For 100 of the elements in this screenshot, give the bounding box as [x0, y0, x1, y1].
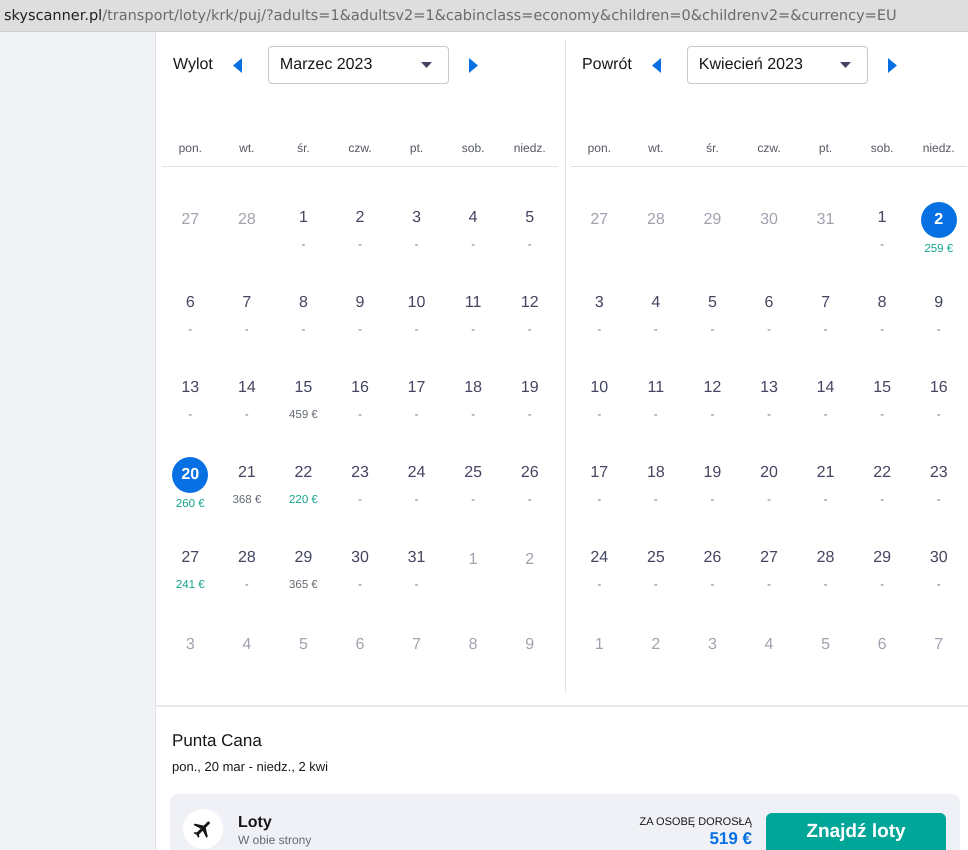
calendar-day[interactable]: 19 — [704, 464, 722, 482]
calendar-day[interactable]: 6 — [186, 294, 195, 312]
calendar-day[interactable]: 18 — [464, 379, 482, 397]
calendar-day[interactable]: 5 — [525, 209, 534, 227]
calendar-day[interactable]: 14 — [238, 379, 256, 397]
weekday-label: pon. — [588, 141, 611, 155]
calendar-day: 7 — [412, 636, 422, 654]
calendar-day[interactable]: 25 — [646, 549, 665, 567]
weekday-label: sob. — [462, 141, 484, 155]
calendar-day[interactable]: 10 — [590, 379, 608, 397]
calendar-day[interactable]: 7 — [242, 294, 252, 312]
day-price: - — [880, 578, 884, 592]
day-price: - — [824, 493, 828, 507]
calendar-day[interactable]: 13 — [760, 379, 778, 397]
weekday-label: pt. — [410, 141, 424, 155]
day-price: - — [302, 323, 306, 337]
day-price: - — [358, 493, 362, 507]
calendar-day[interactable]: 29 — [873, 549, 892, 567]
calendar-day[interactable]: 5 — [708, 294, 717, 312]
day-price: 368 € — [232, 493, 262, 507]
calendar-day[interactable]: 3 — [412, 209, 422, 227]
calendar-day[interactable]: 1 — [298, 209, 308, 227]
calendar-day[interactable]: 2 — [356, 209, 364, 227]
calendar-day[interactable]: 25 — [464, 464, 482, 482]
month-dropdown[interactable]: Kwiecień 2023 — [686, 46, 868, 84]
calendar-day[interactable]: 16 — [351, 379, 369, 397]
calendar-day[interactable]: 9 — [934, 294, 944, 312]
calendar-day[interactable]: 9 — [356, 294, 364, 312]
calendar-day[interactable]: 4 — [468, 209, 478, 227]
calendar-day[interactable]: 4 — [651, 294, 660, 312]
calendar-day[interactable]: 15 — [873, 379, 892, 397]
calendar-day[interactable]: 22 — [873, 464, 892, 482]
calendar-day: 31 — [816, 211, 834, 229]
calendar-day[interactable]: 23 — [351, 464, 369, 482]
calendar-day[interactable]: 6 — [764, 294, 774, 312]
day-price: - — [358, 578, 362, 592]
day-price: - — [936, 493, 941, 507]
calendar-day[interactable]: 30 — [351, 549, 369, 567]
calendar-day: 1 — [594, 636, 604, 654]
calendar-label: Wylot — [173, 56, 213, 74]
calendar-day[interactable]: 10 — [408, 294, 426, 312]
calendar-day: 5 — [298, 636, 308, 654]
day-price: - — [824, 578, 828, 592]
calendar-day[interactable]: 24 — [408, 464, 426, 482]
calendar-day[interactable]: 27 — [760, 549, 778, 567]
calendar-day: 2 — [525, 551, 534, 569]
calendar-day: 27 — [590, 211, 608, 229]
calendar-day[interactable]: 26 — [704, 549, 722, 567]
day-price: - — [244, 323, 249, 337]
calendar-day[interactable]: 1 — [878, 209, 887, 227]
calendar-day[interactable]: 30 — [930, 549, 948, 567]
calendar-day[interactable]: 15 — [294, 379, 312, 397]
calendar-day: 6 — [878, 636, 887, 654]
calendar-day[interactable]: 7 — [821, 294, 830, 312]
day-price: 259 € — [924, 242, 954, 256]
calendar-day: 4 — [242, 636, 252, 654]
calendar-day: 4 — [764, 636, 774, 654]
calendar-day[interactable]: 12 — [704, 379, 722, 397]
calendar-day[interactable]: 14 — [816, 379, 834, 397]
calendar-day[interactable]: 27 — [181, 549, 200, 567]
day-price: - — [597, 493, 602, 507]
calendar-day[interactable]: 22 — [294, 464, 312, 482]
day-price: - — [710, 323, 714, 337]
month-dropdown[interactable]: Marzec 2023 — [268, 46, 449, 84]
calendar-day[interactable]: 13 — [181, 379, 200, 397]
weekday-label: niedz. — [514, 141, 546, 155]
calendar-day[interactable]: 26 — [520, 464, 539, 482]
weekday-label: śr. — [706, 141, 719, 155]
calendar-day[interactable]: 23 — [930, 464, 948, 482]
calendar-day[interactable]: 21 — [816, 464, 834, 482]
weekday-label: niedz. — [922, 141, 955, 155]
calendar-day[interactable]: 16 — [930, 379, 948, 397]
calendar-day[interactable]: 28 — [816, 549, 834, 567]
calendar-day[interactable]: 17 — [590, 464, 608, 482]
calendar-day[interactable]: 11 — [464, 294, 482, 312]
calendar-day[interactable]: 11 — [648, 379, 664, 397]
calendar-day[interactable]: 20 — [760, 464, 778, 482]
day-price: - — [597, 323, 602, 337]
calendar-day[interactable]: 2 — [920, 202, 957, 238]
calendar-day[interactable]: 20 — [172, 457, 208, 493]
caret-right-icon — [888, 58, 898, 72]
calendar-day[interactable]: 17 — [408, 379, 426, 397]
trip-type: W obie strony — [238, 833, 312, 848]
calendar-day[interactable]: 8 — [878, 294, 887, 312]
calendar-day[interactable]: 18 — [646, 464, 665, 482]
day-price: - — [358, 323, 362, 337]
airplane-icon — [183, 809, 223, 849]
address-bar[interactable]: skyscanner.pl/transport/loty/krk/puj/?adults=1&adultsv2=1&cabinclass=economy&children=0&childrenv2=&currency=EU — [0, 0, 968, 32]
calendar-day[interactable]: 21 — [238, 464, 256, 482]
calendar-day[interactable]: 8 — [298, 294, 308, 312]
day-price: - — [710, 578, 714, 592]
calendar-day[interactable]: 29 — [294, 549, 312, 567]
calendar-day[interactable]: 12 — [520, 294, 539, 312]
calendar-day[interactable]: 19 — [520, 379, 539, 397]
calendar-day[interactable]: 3 — [594, 294, 604, 312]
calendar-day[interactable]: 24 — [590, 549, 608, 567]
calendar-day[interactable]: 28 — [238, 549, 256, 567]
calendar-day[interactable]: 31 — [408, 549, 426, 567]
caret-left-icon — [652, 58, 662, 72]
weekday-label: czw. — [348, 141, 372, 155]
